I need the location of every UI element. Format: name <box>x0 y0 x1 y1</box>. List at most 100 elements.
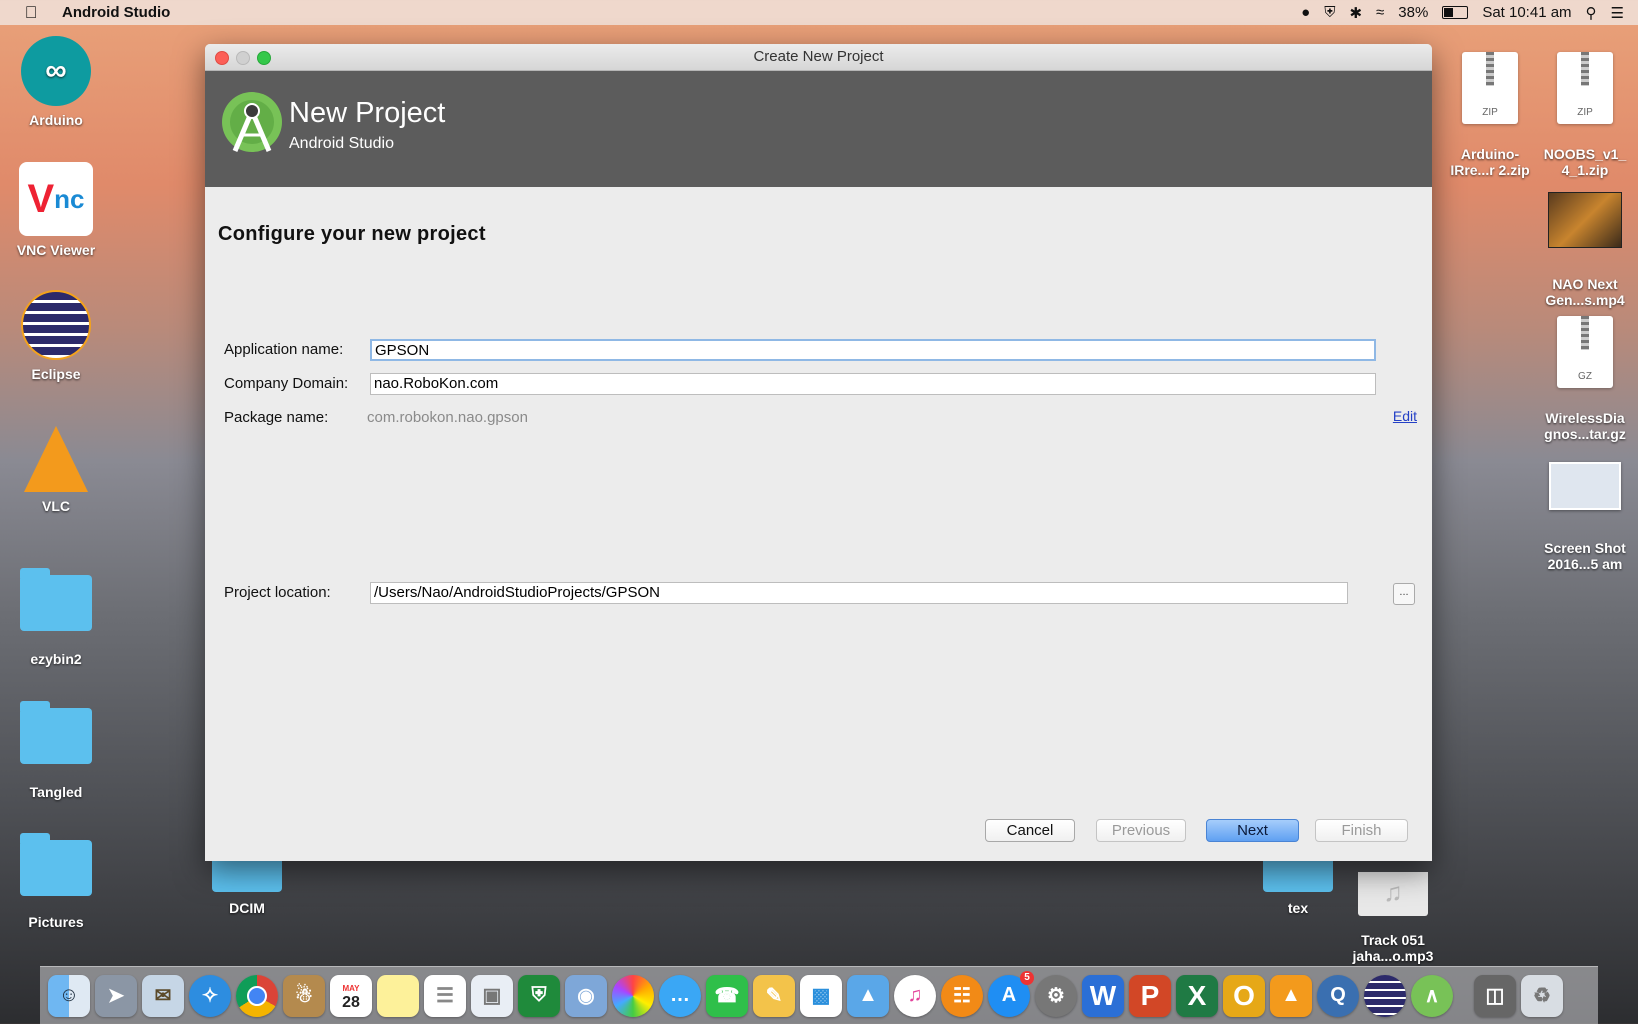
company-domain-input[interactable] <box>370 373 1376 395</box>
notes-icon[interactable] <box>377 974 419 1017</box>
trash-icon[interactable]: ♻ <box>1521 974 1563 1017</box>
folder-icon <box>212 856 282 892</box>
app-menu-name[interactable]: Android Studio <box>62 4 170 21</box>
vnc-viewer-icon: Vnc <box>19 162 93 236</box>
eclipse-icon <box>21 290 91 360</box>
powerpoint-icon[interactable]: P <box>1129 974 1171 1017</box>
status-area: ● ⛨ ✱ ≈ 38% Sat 10:41 am ⚲ ☰ <box>1301 0 1624 25</box>
photos-icon[interactable] <box>612 974 654 1017</box>
pages-icon[interactable]: ✎ <box>753 974 795 1017</box>
apple-menu-icon[interactable]:  <box>22 3 40 23</box>
notification-center-icon[interactable]: ☰ <box>1611 4 1624 22</box>
desktop-icon-pictures[interactable]: Pictures <box>1 833 111 930</box>
folder-icon <box>20 701 92 764</box>
vlc-icon[interactable]: ▲ <box>1270 974 1312 1017</box>
system-preferences-icon[interactable]: ⚙ <box>1035 974 1077 1017</box>
desktop:  Android Studio ● ⛨ ✱ ≈ 38% Sat 10:41 a… <box>0 0 1638 1024</box>
finder-icon[interactable]: ☺ <box>48 974 90 1017</box>
app-store-badge: 5 <box>1020 970 1034 985</box>
desktop-icon-label: tex <box>1287 900 1309 916</box>
desktop-icon-label: Tangled <box>29 784 83 800</box>
messages-icon[interactable]: … <box>659 974 701 1017</box>
project-location-input[interactable] <box>370 582 1348 604</box>
desktop-icon-label: Track 051 jaha...o.mp3 <box>1352 932 1434 964</box>
screenshot-thumbnail-icon <box>1549 462 1621 510</box>
ibooks-icon[interactable]: ☷ <box>941 974 983 1017</box>
close-window-button[interactable] <box>215 51 229 65</box>
desktop-icon-arduino[interactable]: ∞ Arduino <box>1 36 111 128</box>
preview-icon[interactable]: ▣ <box>471 974 513 1017</box>
network-globe-icon[interactable]: ◉ <box>565 974 607 1017</box>
minimize-window-button[interactable] <box>236 51 250 65</box>
contacts-icon[interactable]: ☃ <box>283 974 325 1017</box>
desktop-icon-vlc[interactable]: VLC <box>1 426 111 514</box>
desktop-icon-screenshot[interactable]: Screen Shot 2016...5 am <box>1530 446 1638 588</box>
desktop-icon-dcim[interactable]: DCIM <box>192 856 302 916</box>
desktop-icon-label: VNC Viewer <box>16 242 96 258</box>
edit-package-link[interactable]: Edit <box>1393 408 1417 424</box>
app-store-icon[interactable]: A5 <box>988 970 1034 1017</box>
finish-button[interactable]: Finish <box>1315 819 1408 842</box>
safari-icon[interactable]: ✧ <box>189 974 231 1017</box>
security-shield-icon[interactable]: ⛨ <box>518 974 560 1017</box>
word-icon[interactable]: W <box>1082 974 1124 1017</box>
calendar-icon[interactable]: MAY 28 <box>330 974 372 1017</box>
zoom-window-button[interactable] <box>257 51 271 65</box>
package-name-value: com.robokon.nao.gpson <box>367 409 528 426</box>
launchpad-icon[interactable]: ➤ <box>95 974 137 1017</box>
application-name-input[interactable] <box>370 339 1376 361</box>
numbers-icon[interactable]: ▩ <box>800 974 842 1017</box>
desktop-icon-label: NOOBS_v1_ 4_1.zip <box>1543 146 1627 178</box>
android-studio-dock-icon[interactable]: ∧ <box>1411 974 1453 1017</box>
desktop-icon-vnc-viewer[interactable]: Vnc VNC Viewer <box>1 162 111 258</box>
company-domain-label: Company Domain: <box>224 375 349 392</box>
desktop-icon-label: WirelessDia gnos...tar.gz <box>1544 410 1626 442</box>
shield-icon[interactable]: ⛨ <box>1324 4 1335 21</box>
reminders-icon[interactable]: ☰ <box>424 974 466 1017</box>
desktop-icon-wireless-gz[interactable]: GZ WirelessDia gnos...tar.gz <box>1530 300 1638 458</box>
arduino-icon: ∞ <box>21 36 91 106</box>
package-name-label: Package name: <box>224 409 329 426</box>
desktop-icon-label: ezybin2 <box>30 651 82 667</box>
gz-file-icon: GZ <box>1557 316 1613 388</box>
window-titlebar[interactable]: Create New Project <box>205 44 1432 71</box>
video-thumbnail-icon <box>1548 192 1622 248</box>
downloads-stack-icon[interactable]: ◫ <box>1474 974 1516 1017</box>
desktop-icon-arduino-zip[interactable]: ZIP Arduino- IRre...r 2.zip <box>1435 36 1545 194</box>
outlook-icon[interactable]: O <box>1223 974 1265 1017</box>
clock[interactable]: Sat 10:41 am <box>1482 4 1571 21</box>
project-location-label: Project location: <box>224 584 331 601</box>
evernote-icon[interactable]: ● <box>1301 4 1310 21</box>
window-title: Create New Project <box>753 48 884 65</box>
excel-icon[interactable]: X <box>1176 974 1218 1017</box>
spotlight-search-icon[interactable]: ⚲ <box>1586 4 1597 22</box>
menu-bar:  Android Studio ● ⛨ ✱ ≈ 38% Sat 10:41 a… <box>0 0 1638 25</box>
desktop-icon-track-mp3[interactable]: ♫ Track 051 jaha...o.mp3 <box>1338 856 1448 980</box>
itunes-icon[interactable]: ♫ <box>894 974 936 1017</box>
cancel-button[interactable]: Cancel <box>985 819 1075 842</box>
desktop-icon-tex[interactable]: tex <box>1243 856 1353 916</box>
application-name-label: Application name: <box>224 341 344 358</box>
browse-location-button[interactable]: ... <box>1393 583 1415 605</box>
bluetooth-icon[interactable]: ✱ <box>1349 4 1362 22</box>
desktop-icon-eclipse[interactable]: Eclipse <box>1 290 111 382</box>
battery-icon[interactable] <box>1442 6 1469 19</box>
previous-button[interactable]: Previous <box>1096 819 1186 842</box>
chrome-icon[interactable] <box>236 974 278 1017</box>
desktop-icon-tangled[interactable]: Tangled <box>1 701 111 800</box>
mail-icon[interactable]: ✉ <box>142 974 184 1017</box>
next-button[interactable]: Next <box>1206 819 1299 842</box>
desktop-icon-ezybin2[interactable]: ezybin2 <box>1 568 111 667</box>
wizard-content: Configure your new project Application n… <box>205 187 1432 861</box>
keynote-icon[interactable]: ▲ <box>847 974 889 1017</box>
eclipse-dock-icon[interactable] <box>1364 974 1406 1017</box>
header-title: New Project <box>289 97 446 129</box>
battery-percent[interactable]: 38% <box>1398 4 1428 21</box>
desktop-icon-noobs-zip[interactable]: ZIP NOOBS_v1_ 4_1.zip <box>1530 36 1638 194</box>
desktop-icon-label: VLC <box>42 498 70 514</box>
desktop-icon-label: Eclipse <box>31 366 81 382</box>
desktop-icon-label: DCIM <box>229 900 265 916</box>
quicktime-icon[interactable]: Q <box>1317 974 1359 1017</box>
facetime-icon[interactable]: ☎ <box>706 974 748 1017</box>
wifi-icon[interactable]: ≈ <box>1376 4 1384 21</box>
